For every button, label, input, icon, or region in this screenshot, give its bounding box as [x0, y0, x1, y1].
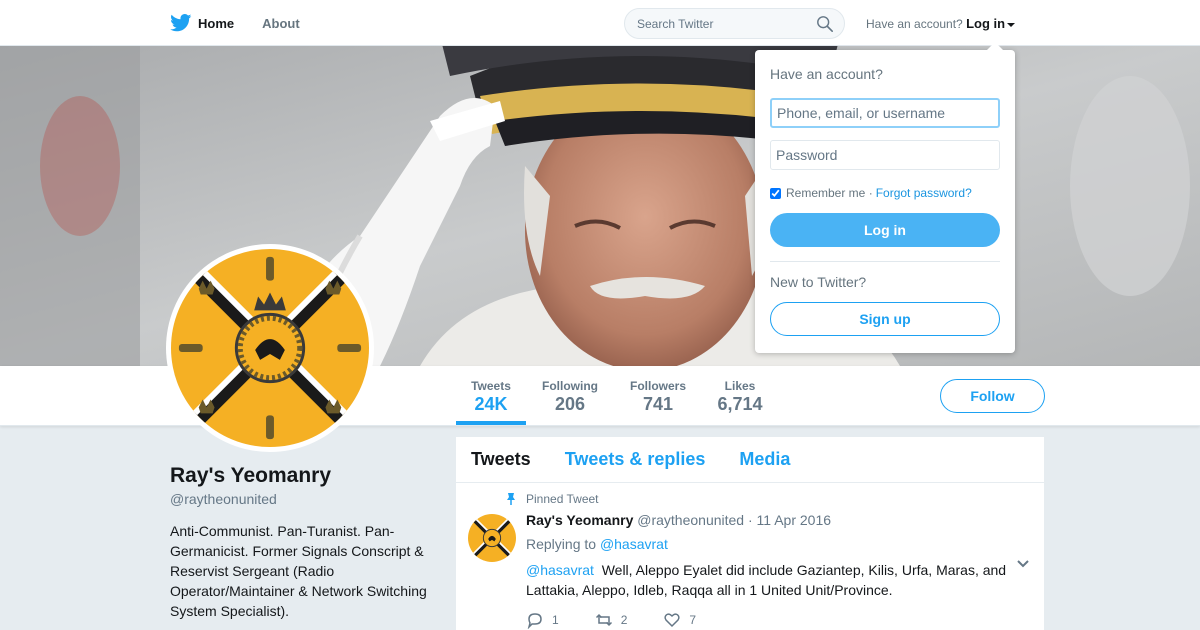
- caret-down-icon: [1007, 22, 1016, 27]
- tweet-avatar-image: [468, 514, 516, 562]
- tweet-header: Ray's Yeomanry @raytheonunited · 11 Apr …: [526, 512, 831, 528]
- new-to-twitter-text: New to Twitter?: [770, 274, 867, 290]
- reply-count: 1: [552, 613, 559, 627]
- profile-avatar[interactable]: [166, 244, 374, 452]
- pinned-label: Pinned Tweet: [504, 492, 599, 506]
- remember-row: Remember me · Forgot password?: [770, 186, 1000, 200]
- tweet-separator: ·: [747, 512, 753, 528]
- reply-button[interactable]: 1: [526, 611, 559, 629]
- tweet-body: Well, Aleppo Eyalet did include Gaziante…: [526, 562, 1007, 598]
- stat-followers[interactable]: Followers 741: [622, 366, 694, 425]
- account-area: Have an account? Log in: [866, 16, 1016, 31]
- dropdown-divider: [770, 261, 1000, 262]
- remember-me-checkbox[interactable]: [770, 187, 781, 199]
- follow-button[interactable]: Follow: [940, 379, 1045, 413]
- profile-handle: @raytheonunited: [170, 491, 277, 507]
- stat-tweets-value: 24K: [474, 394, 508, 414]
- login-button[interactable]: Log in: [770, 213, 1000, 247]
- nav-home-link[interactable]: Home: [170, 14, 234, 32]
- nav-about-label: About: [262, 15, 300, 31]
- pinned-tweet[interactable]: Pinned Tweet Ray's Yeomanry @raytheonuni…: [456, 483, 1044, 630]
- stat-followers-label: Followers: [629, 379, 686, 393]
- retweet-icon: [595, 613, 612, 627]
- search-input[interactable]: [625, 9, 805, 38]
- forgot-password-link[interactable]: Forgot password?: [876, 186, 972, 200]
- stat-following-value: 206: [554, 394, 586, 414]
- retweet-button[interactable]: 2: [595, 611, 628, 629]
- tweet-avatar[interactable]: [468, 514, 516, 562]
- tab-media[interactable]: Media: [739, 449, 790, 470]
- retweet-count: 2: [620, 613, 628, 627]
- search-box: [624, 8, 845, 39]
- login-link-label: Log in: [966, 16, 1006, 31]
- profile-name[interactable]: Ray's Yeomanry: [170, 464, 331, 488]
- nav-about-link[interactable]: About: [262, 16, 300, 31]
- login-dropdown-title: Have an account?: [770, 66, 883, 82]
- remember-me-label: Remember me: [786, 186, 866, 200]
- tweet-author-handle[interactable]: @raytheonunited: [637, 512, 744, 528]
- avatar-flag-image: [171, 249, 369, 447]
- dropdown-arrow: [987, 42, 1003, 50]
- tweet-date[interactable]: 11 Apr 2016: [757, 512, 831, 528]
- nav-left: Home About: [170, 0, 328, 46]
- stat-likes[interactable]: Likes 6,714: [710, 366, 770, 425]
- top-navigation-bar: Home About Have an account? Log in: [0, 0, 1200, 46]
- login-dropdown-toggle[interactable]: Log in: [966, 16, 1016, 31]
- profile-bio: Anti-Communist. Pan-Turanist. Pan-German…: [170, 523, 427, 619]
- replying-prefix: Replying to: [526, 536, 597, 552]
- heart-icon: [664, 613, 680, 628]
- twitter-bird-icon: [170, 14, 192, 32]
- stat-tweets-label: Tweets: [471, 379, 511, 393]
- like-button[interactable]: 7: [663, 611, 696, 629]
- tab-tweets-and-replies[interactable]: Tweets & replies: [565, 449, 706, 470]
- nav-home-label: Home: [198, 15, 235, 31]
- replying-to: Replying to @hasavrat: [526, 536, 668, 552]
- pinned-text: Pinned Tweet: [526, 492, 599, 506]
- tweet-actions: 1 2 7: [526, 611, 732, 629]
- username-field[interactable]: [770, 98, 1000, 128]
- stat-likes-label: Likes: [724, 379, 756, 393]
- stat-followers-value: 741: [642, 394, 674, 414]
- stat-likes-value: 6,714: [717, 394, 763, 414]
- timeline-tabs: Tweets Tweets & replies Media: [456, 437, 1044, 483]
- stat-tweets[interactable]: Tweets 24K: [456, 366, 526, 425]
- remember-separator: ·: [868, 186, 873, 200]
- stat-following-label: Following: [542, 379, 598, 393]
- replying-to-link[interactable]: @hasavrat: [600, 536, 668, 552]
- timeline: Tweets Tweets & replies Media Pinned Twe…: [456, 437, 1044, 630]
- pin-icon: [507, 493, 515, 505]
- reply-icon: [527, 613, 542, 629]
- tweet-mention-link[interactable]: @hasavrat: [526, 562, 594, 578]
- stat-following[interactable]: Following 206: [534, 366, 606, 425]
- password-field[interactable]: [770, 140, 1000, 170]
- chevron-down-icon[interactable]: [1016, 559, 1030, 569]
- search-icon[interactable]: [816, 15, 834, 33]
- login-dropdown: Have an account? Remember me · Forgot pa…: [755, 42, 1015, 353]
- tweet-author-name[interactable]: Ray's Yeomanry: [526, 512, 633, 528]
- like-count: 7: [689, 613, 697, 627]
- signup-button[interactable]: Sign up: [770, 302, 1000, 336]
- tweet-text: @hasavrat Well, Aleppo Eyalet did includ…: [526, 560, 1016, 600]
- tab-tweets[interactable]: Tweets: [471, 449, 531, 470]
- have-account-text: Have an account?: [866, 17, 963, 31]
